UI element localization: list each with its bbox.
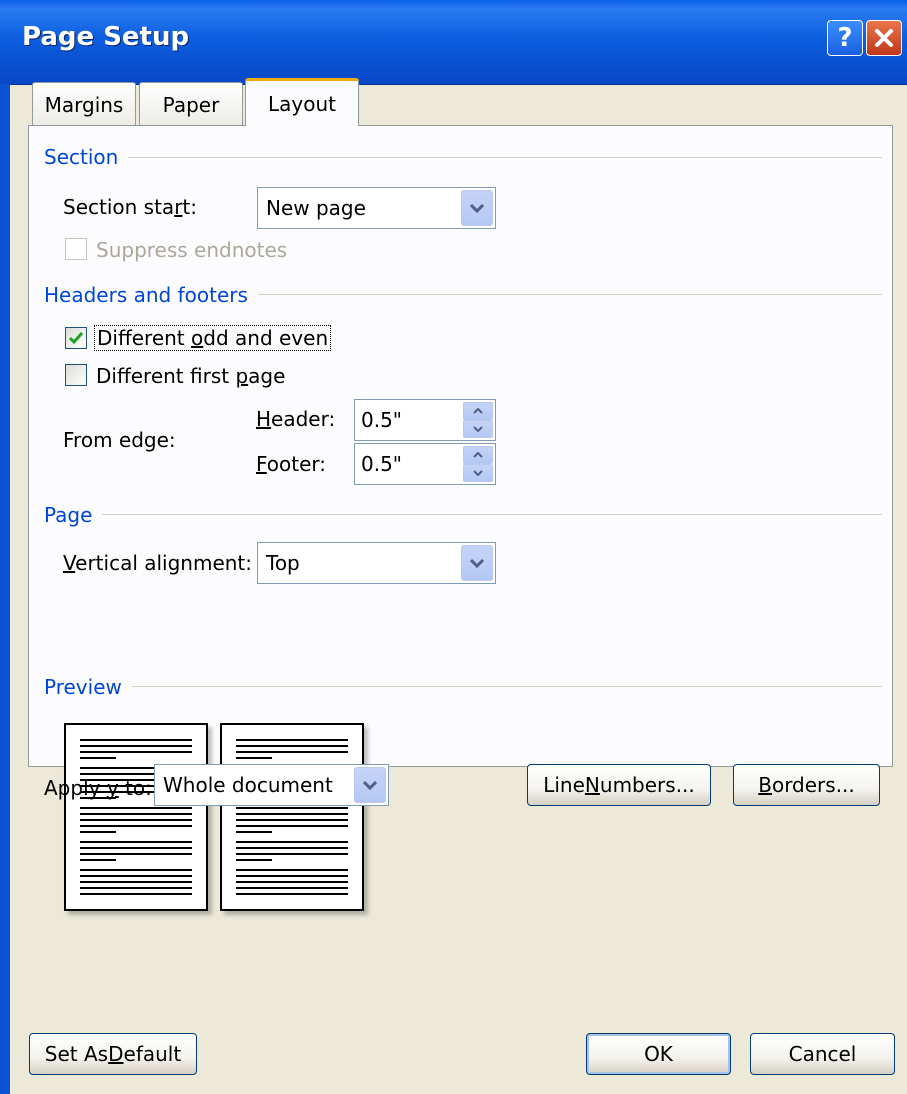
preview-text-line [236, 869, 348, 871]
tab-margins-label: Margins [44, 92, 124, 117]
preview-text-line [236, 807, 348, 809]
preview-text-line [80, 887, 192, 889]
section-divider [44, 157, 882, 158]
section-start-value: New page [266, 196, 366, 220]
preview-text-line [236, 739, 348, 741]
preview-text-line [236, 819, 348, 821]
from-edge-label: From edge: [63, 428, 176, 452]
section-start-label: Section start: [63, 195, 198, 219]
preview-text-line [236, 757, 272, 759]
preview-text-line [80, 825, 192, 827]
vertical-alignment-label: Vertical alignment: [63, 551, 253, 575]
preview-text-line [80, 875, 192, 877]
apply-to-dropdown[interactable]: Whole document [154, 764, 389, 806]
header-spinner[interactable]: 0.5" [354, 399, 496, 441]
header-label: Header: [256, 407, 336, 431]
close-icon [875, 29, 893, 47]
preview-text-line [80, 739, 192, 741]
apply-to-label: Apply y to: [44, 776, 152, 800]
header-value: 0.5" [361, 408, 403, 432]
preview-text-line [236, 881, 348, 883]
preview-text-line [80, 847, 192, 849]
preview-page-left [64, 723, 208, 911]
line-numbers-button[interactable]: Line Numbers... [527, 764, 711, 806]
preview-text-line [236, 847, 348, 849]
tab-layout[interactable]: Layout [245, 78, 359, 126]
preview-text-line [80, 859, 116, 861]
preview-text-line [80, 745, 192, 747]
preview-divider [44, 686, 882, 687]
preview-heading: Preview [44, 675, 132, 699]
apply-to-value: Whole document [163, 773, 333, 797]
suppress-endnotes-checkbox[interactable] [65, 238, 87, 260]
borders-button[interactable]: Borders... [733, 764, 880, 806]
footer-down-arrow-icon[interactable] [463, 464, 493, 482]
question-mark-icon: ? [837, 23, 853, 53]
preview-text-line [80, 893, 192, 895]
odd-even-label: Different odd and even [94, 325, 332, 351]
header-down-arrow-icon[interactable] [463, 420, 493, 438]
footer-value: 0.5" [361, 452, 403, 476]
help-button[interactable]: ? [827, 20, 863, 56]
chevron-down-icon[interactable] [354, 767, 386, 803]
first-page-label: Different first page [96, 364, 286, 388]
page-divider [44, 514, 882, 515]
ok-button[interactable]: OK [586, 1033, 731, 1075]
tab-layout-label: Layout [268, 91, 336, 116]
preview-text-line [80, 881, 192, 883]
preview-text-line [236, 831, 272, 833]
preview-text-line [236, 825, 348, 827]
preview-page-right [220, 723, 364, 911]
preview-text-line [80, 813, 192, 815]
cancel-button[interactable]: Cancel [750, 1033, 895, 1075]
section-heading: Section [44, 145, 129, 169]
preview-text-line [80, 841, 192, 843]
preview-text-line [236, 875, 348, 877]
footer-spinner[interactable]: 0.5" [354, 443, 496, 485]
suppress-endnotes-label: Suppress endnotes [96, 238, 288, 262]
tab-margins[interactable]: Margins [32, 82, 136, 126]
footer-up-arrow-icon[interactable] [463, 446, 493, 464]
preview-text-line [80, 853, 192, 855]
first-page-checkbox[interactable] [65, 364, 87, 386]
tab-paper-label: Paper [162, 92, 220, 117]
chevron-down-icon[interactable] [461, 545, 493, 581]
preview-text-line [80, 751, 192, 753]
close-button[interactable] [866, 20, 902, 56]
preview-text-line [80, 807, 192, 809]
preview-text-line [236, 859, 272, 861]
set-as-default-button[interactable]: Set As Default [29, 1033, 197, 1075]
section-start-dropdown[interactable]: New page [257, 187, 496, 229]
checkmark-icon [68, 332, 84, 345]
preview-text-line [80, 757, 116, 759]
preview-text-line [236, 745, 348, 747]
footer-label: Footer: [256, 452, 327, 476]
window-frame-left [0, 84, 10, 1094]
chevron-down-icon[interactable] [461, 190, 493, 226]
preview-text-line [236, 813, 348, 815]
preview-text-line [80, 831, 116, 833]
page-heading: Page [44, 503, 103, 527]
odd-even-checkbox[interactable] [65, 327, 87, 349]
preview-text-line [80, 819, 192, 821]
preview-text-line [236, 893, 348, 895]
preview-text-line [236, 841, 348, 843]
headers-footers-heading: Headers and footers [44, 283, 258, 307]
preview-text-line [236, 853, 348, 855]
preview-text-line [236, 887, 348, 889]
header-up-arrow-icon[interactable] [463, 402, 493, 420]
preview-text-line [236, 751, 348, 753]
window-title: Page Setup [22, 22, 190, 52]
vertical-alignment-value: Top [266, 551, 300, 575]
tab-paper[interactable]: Paper [139, 82, 243, 126]
preview-text-line [80, 869, 192, 871]
vertical-alignment-dropdown[interactable]: Top [257, 542, 496, 584]
